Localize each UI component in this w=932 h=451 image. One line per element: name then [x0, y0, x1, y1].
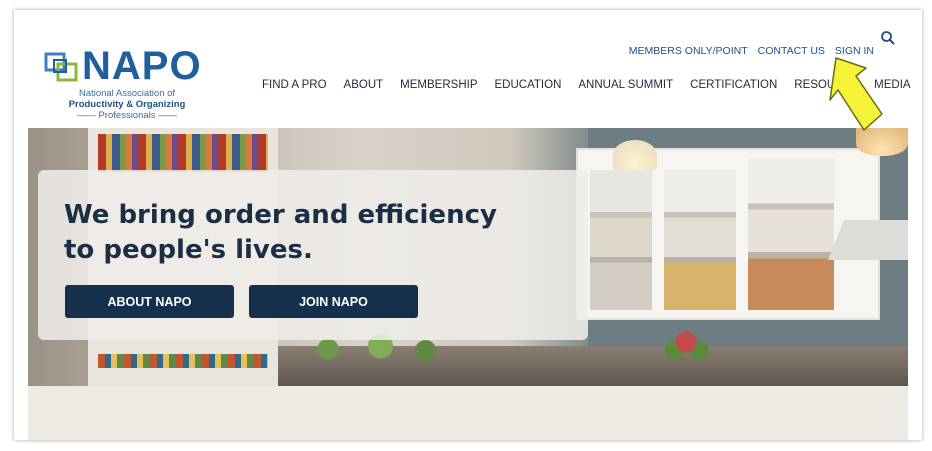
yellow-arrow-annotation [829, 57, 883, 131]
hero-headline-line1: We bring order and efficiency [64, 200, 497, 230]
logo-tagline-line2: Productivity & Organizing [68, 99, 186, 110]
nav-annual-summit[interactable]: ANNUAL SUMMIT [578, 79, 673, 91]
nav-find-a-pro[interactable]: FIND A PRO [262, 79, 327, 91]
join-napo-button[interactable]: JOIN NAPO [249, 285, 418, 318]
logo-tagline: National Association of Productivity & O… [52, 88, 202, 121]
search-icon[interactable] [880, 30, 896, 46]
napo-logo[interactable]: NAPO National Association of Productivit… [44, 44, 214, 128]
hero-headline: We bring order and efficiency to people'… [64, 198, 524, 268]
nav-education[interactable]: EDUCATION [495, 79, 562, 91]
cabinet-glass [662, 168, 738, 312]
logo-tagline-line3: —— Professionals —— [76, 110, 178, 121]
nav-members-only[interactable]: MEMBERS ONLY/POINT [629, 45, 748, 57]
hero-footer-band [28, 386, 908, 440]
pendant-lamp [613, 140, 657, 170]
nav-about[interactable]: ABOUT [344, 79, 384, 91]
logo-wordmark: NAPO [82, 44, 202, 88]
browser-viewport: NAPO National Association of Productivit… [14, 10, 922, 440]
logo-tagline-line1: National Association of [78, 88, 176, 99]
hero-headline-line2: to people's lives. [64, 235, 313, 265]
nav-certification[interactable]: CERTIFICATION [690, 79, 777, 91]
nav-membership[interactable]: MEMBERSHIP [400, 79, 477, 91]
books-row [98, 134, 268, 172]
flowers [656, 326, 716, 366]
logo-squares-icon [44, 52, 78, 82]
about-napo-button[interactable]: ABOUT NAPO [65, 285, 234, 318]
cabinet-glass [746, 156, 836, 312]
cabinet-glass [588, 168, 654, 312]
books-row [98, 354, 268, 368]
